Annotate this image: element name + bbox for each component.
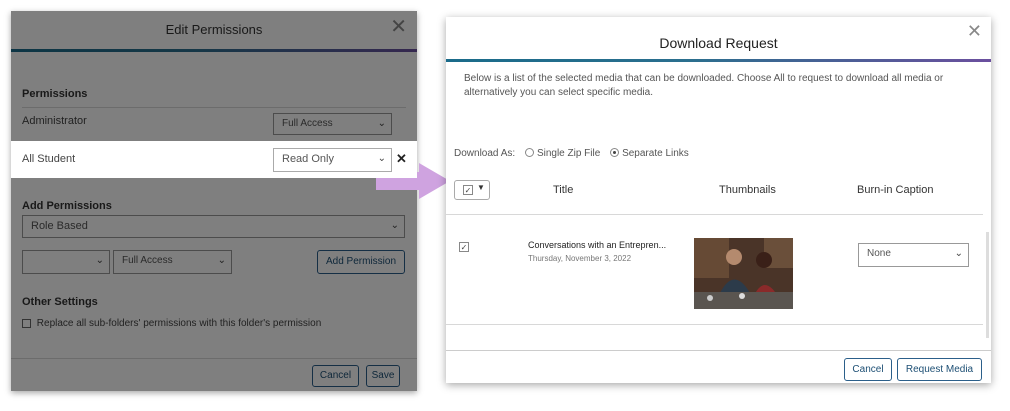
download-request-dialog: Download Request ✕ Below is a list of th… xyxy=(446,17,991,383)
row-divider xyxy=(446,324,983,325)
divider xyxy=(22,107,406,108)
dialog-title: Edit Permissions xyxy=(165,22,263,37)
scrollbar[interactable] xyxy=(986,232,989,338)
header-divider xyxy=(446,214,983,215)
zip-radio[interactable] xyxy=(524,148,534,157)
dialog-titlebar: Edit Permissions ✕ xyxy=(11,11,417,49)
media-thumbnail xyxy=(694,238,793,309)
highlighted-permission-row: All Student Read Only ⌄ ✕ xyxy=(11,141,417,178)
edit-permissions-dialog: Edit Permissions ✕ Permissions Administr… xyxy=(11,11,417,391)
zip-option-label[interactable]: Single Zip File xyxy=(537,148,600,159)
select-value: None xyxy=(867,248,891,259)
close-icon[interactable]: ✕ xyxy=(390,17,407,37)
replace-permissions-label: Replace all sub-folders' permissions wit… xyxy=(36,318,322,329)
column-caption: Burn-in Caption xyxy=(857,184,934,196)
close-icon[interactable]: ✕ xyxy=(967,22,982,40)
permission-access-select[interactable]: Read Only ⌄ xyxy=(273,148,392,172)
burn-in-caption-select[interactable]: None ⌄ xyxy=(858,243,969,267)
dialog-title: Download Request xyxy=(659,35,778,51)
media-title[interactable]: Conversations with an Entrepren... xyxy=(528,240,666,250)
remove-x-icon[interactable]: ✕ xyxy=(396,151,407,167)
select-value: Full Access xyxy=(282,118,333,129)
select-all-checkbox[interactable]: ✓ xyxy=(463,185,473,195)
chevron-down-icon: ⌄ xyxy=(377,153,386,164)
permission-row-name: Administrator xyxy=(22,115,87,127)
select-all-dropdown[interactable]: ✓ ▼ xyxy=(454,180,490,200)
add-permissions-heading: Add Permissions xyxy=(22,200,112,212)
cancel-button[interactable]: Cancel xyxy=(312,365,359,387)
media-checkbox[interactable]: ✓ xyxy=(459,242,469,252)
footer-divider xyxy=(446,350,991,351)
permission-access-select[interactable]: Full Access ⌄ xyxy=(273,113,392,135)
caret-down-icon: ▼ xyxy=(477,183,485,192)
permission-row-name: All Student xyxy=(22,153,76,165)
chevron-down-icon: ⌄ xyxy=(95,255,104,266)
chevron-down-icon: ⌄ xyxy=(390,220,399,231)
column-title: Title xyxy=(553,184,574,196)
title-divider xyxy=(11,49,417,52)
download-as-label: Download As: xyxy=(454,148,516,159)
chevron-down-icon: ⌄ xyxy=(217,255,226,266)
role-select[interactable]: ⌄ xyxy=(22,250,110,274)
permission-type-select[interactable]: Role Based ⌄ xyxy=(22,215,405,238)
intro-text: Below is a list of the selected media th… xyxy=(464,73,944,98)
dialog-titlebar: Download Request ✕ xyxy=(446,17,991,59)
save-button[interactable]: Save xyxy=(366,365,400,387)
media-date: Thursday, November 3, 2022 xyxy=(528,254,632,263)
permissions-heading: Permissions xyxy=(22,88,88,100)
request-media-button[interactable]: Request Media xyxy=(897,358,982,381)
chevron-down-icon: ⌄ xyxy=(377,118,386,129)
download-as-options: Download As: Single Zip File Separate Li… xyxy=(454,148,689,159)
replace-permissions-option[interactable]: Replace all sub-folders' permissions wit… xyxy=(22,318,321,329)
column-thumbnails: Thumbnails xyxy=(719,184,776,196)
replace-permissions-checkbox[interactable] xyxy=(22,318,31,328)
footer-divider xyxy=(11,358,417,359)
other-settings-heading: Other Settings xyxy=(22,296,98,308)
chevron-down-icon: ⌄ xyxy=(954,248,963,259)
select-value: Role Based xyxy=(31,220,88,232)
add-permission-button[interactable]: Add Permission xyxy=(317,250,405,274)
select-value: Read Only xyxy=(282,153,334,165)
links-option-label[interactable]: Separate Links xyxy=(622,148,689,159)
cancel-button[interactable]: Cancel xyxy=(844,358,892,381)
links-radio[interactable] xyxy=(610,148,620,157)
access-level-select[interactable]: Full Access ⌄ xyxy=(113,250,232,274)
select-value: Full Access xyxy=(122,255,173,266)
